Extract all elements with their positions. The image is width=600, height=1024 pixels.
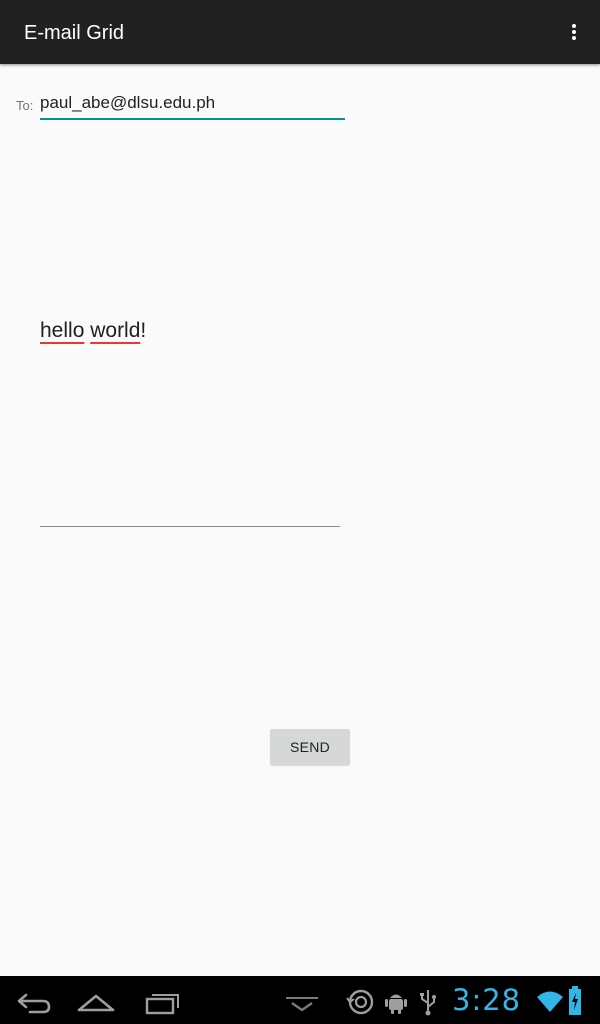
battery-icon [568,986,582,1016]
app-bar: E-mail Grid [0,0,600,64]
overflow-dot [572,24,576,28]
message-word-world: world [90,319,141,342]
overflow-dot [572,36,576,40]
to-label: To: [16,98,34,113]
to-email-field[interactable]: paul_abe@dlsu.edu.ph [40,90,345,120]
recents-icon[interactable] [140,982,184,1018]
usb-icon [418,988,438,1016]
message-word-hello: hello [40,319,85,342]
app-title: E-mail Grid [24,22,125,44]
android-debug-icon [384,988,408,1016]
message-field[interactable]: hello world! [40,316,340,527]
back-icon[interactable] [12,982,56,1018]
menu-chevron-icon[interactable] [280,982,324,1018]
sync-icon [346,988,376,1016]
home-icon[interactable] [74,982,118,1018]
send-button[interactable]: SEND [270,729,350,765]
status-clock: 3:28 [452,983,522,1017]
wifi-icon [536,988,564,1014]
overflow-dot [572,30,576,34]
more-vert-icon[interactable] [560,16,588,48]
system-navigation-bar: 3:28 [0,976,600,1024]
email-form: To: paul_abe@dlsu.edu.ph hello world! SE… [0,64,600,976]
message-punctuation: ! [140,319,147,342]
